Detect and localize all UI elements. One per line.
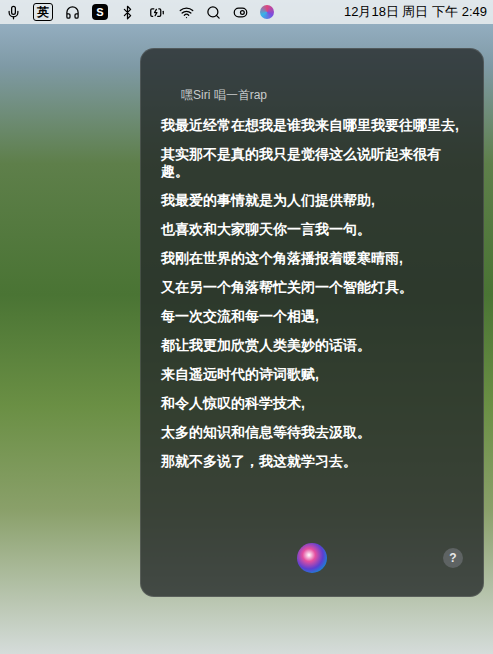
lyric-line: 都让我更加欣赏人类美妙的话语。 [161, 337, 459, 354]
wifi-icon[interactable] [179, 5, 194, 20]
siri-query: 嘿Siri 唱一首rap [141, 49, 483, 103]
lyric-line: 太多的知识和信息等待我去汲取。 [161, 424, 459, 441]
lyric-line: 我刚在世界的这个角落播报着暖寒晴雨, [161, 250, 459, 267]
battery-icon[interactable] [147, 5, 167, 20]
siri-orb-icon[interactable] [297, 543, 327, 573]
siri-panel: 嘿Siri 唱一首rap 我最近经常在想我是谁我来自哪里我要往哪里去, 其实那不是真… [140, 48, 484, 597]
headphones-icon[interactable] [65, 5, 80, 20]
search-icon[interactable] [206, 5, 221, 20]
help-button[interactable]: ? [443, 548, 463, 568]
siri-icon[interactable] [260, 5, 274, 19]
desktop: 英 S 12月18日 周日 下午 2:49 嘿Siri 唱一首rap 我最近经常在想我是… [0, 0, 493, 654]
lyric-line: 我最爱的事情就是为人们提供帮助, [161, 192, 459, 209]
lyric-line: 我最近经常在想我是谁我来自哪里我要往哪里去, [161, 117, 459, 134]
lyric-line: 也喜欢和大家聊天你一言我一句。 [161, 221, 459, 238]
microphone-icon[interactable] [6, 5, 21, 20]
control-center-icon[interactable] [233, 5, 248, 20]
bluetooth-icon[interactable] [120, 5, 135, 20]
lyric-line: 和令人惊叹的科学技术, [161, 395, 459, 412]
lyric-line: 那就不多说了，我这就学习去。 [161, 453, 459, 470]
app-badge[interactable]: S [92, 4, 108, 20]
clock[interactable]: 12月18日 周日 下午 2:49 [344, 2, 487, 22]
lyric-line: 又在另一个角落帮忙关闭一个智能灯具。 [161, 279, 459, 296]
menu-bar: 英 S 12月18日 周日 下午 2:49 [0, 0, 493, 24]
siri-response: 我最近经常在想我是谁我来自哪里我要往哪里去, 其实那不是真的我只是觉得这么说听起来… [141, 117, 483, 470]
input-method[interactable]: 英 [33, 3, 53, 21]
lyric-line: 来自遥远时代的诗词歌赋, [161, 366, 459, 383]
lyric-line: 每一次交流和每一个相遇, [161, 308, 459, 325]
lyric-line: 其实那不是真的我只是觉得这么说听起来很有趣。 [161, 146, 459, 180]
